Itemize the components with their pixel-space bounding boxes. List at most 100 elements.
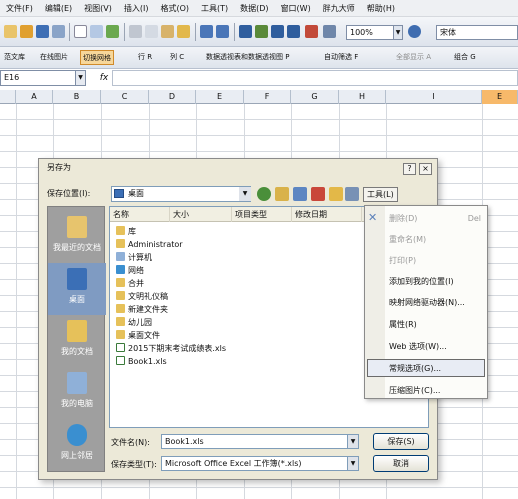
open-icon[interactable] xyxy=(20,25,33,38)
column-header[interactable]: I xyxy=(386,90,482,104)
column-type[interactable]: 项目类型 xyxy=(232,207,292,222)
column-header[interactable]: B xyxy=(53,90,101,104)
column-size[interactable]: 大小 xyxy=(170,207,232,222)
tools-button[interactable]: 工具(L) xyxy=(363,187,398,202)
chevron-down-icon[interactable]: ▼ xyxy=(239,187,251,201)
save-icon[interactable] xyxy=(36,25,49,38)
column-header[interactable]: C xyxy=(101,90,149,104)
chevron-down-icon[interactable]: ▼ xyxy=(394,25,403,40)
file-item[interactable]: 网络 xyxy=(116,265,144,277)
place-network[interactable]: 网上邻居 xyxy=(48,419,106,471)
name-box[interactable]: E16 xyxy=(0,70,76,86)
permission-icon[interactable] xyxy=(52,25,65,38)
column-header-selected[interactable]: E xyxy=(482,90,518,104)
chevron-down-icon[interactable]: ▼ xyxy=(347,456,359,471)
menu-item-general-options[interactable]: 常规选项(G)... xyxy=(389,360,485,377)
filename-input[interactable]: Book1.xls xyxy=(161,434,359,449)
menu-item-delete[interactable]: 删除(D) Del xyxy=(389,210,485,227)
format-painter-icon[interactable] xyxy=(177,25,190,38)
menu-item-web-options[interactable]: Web 选项(W)... xyxy=(389,338,485,355)
function-icon[interactable]: fx xyxy=(96,70,112,86)
copy-icon[interactable] xyxy=(145,25,158,38)
file-item[interactable]: 文明礼仪稿 xyxy=(116,291,168,303)
font-combo[interactable]: 宋体 xyxy=(436,25,518,40)
column-header[interactable]: A xyxy=(16,90,53,104)
file-item[interactable]: 桌面文件 xyxy=(116,330,160,342)
file-item[interactable]: Book1.xls xyxy=(116,356,167,368)
menu-window[interactable]: 窗口(W) xyxy=(281,3,311,14)
menu-file[interactable]: 文件(F) xyxy=(6,3,33,14)
chart-wizard-icon[interactable] xyxy=(305,25,318,38)
filetype-select[interactable]: Microsoft Office Excel 工作簿(*.xls) xyxy=(161,456,359,471)
file-item[interactable]: Administrator xyxy=(116,239,183,251)
menu-item-print[interactable]: 打印(P) xyxy=(389,252,485,269)
place-recent[interactable]: 我最近的文档 xyxy=(48,211,106,263)
help-icon[interactable] xyxy=(408,25,421,38)
redo-icon[interactable] xyxy=(216,25,229,38)
menu-help[interactable]: 帮助(H) xyxy=(367,3,395,14)
print-preview-icon[interactable] xyxy=(90,25,103,38)
undo-icon[interactable] xyxy=(200,25,213,38)
column-header[interactable]: H xyxy=(339,90,386,104)
place-my-computer[interactable]: 我的电脑 xyxy=(48,367,106,419)
chevron-down-icon[interactable]: ▼ xyxy=(347,434,359,449)
column-header[interactable]: D xyxy=(149,90,196,104)
menu-view[interactable]: 视图(V) xyxy=(84,3,112,14)
zoom-combo[interactable]: 100% xyxy=(346,25,394,40)
menu-edit[interactable]: 编辑(E) xyxy=(45,3,72,14)
delete-icon[interactable] xyxy=(311,187,325,201)
column-header[interactable]: G xyxy=(291,90,339,104)
drawing-icon[interactable] xyxy=(323,25,336,38)
toolbar-item-row[interactable]: 行 R xyxy=(136,50,154,65)
toolbar-item-pivot-table[interactable]: 数据透视表和数据透视图 P xyxy=(204,50,291,65)
chevron-down-icon[interactable]: ▼ xyxy=(76,70,86,86)
toolbar-item-column[interactable]: 列 C xyxy=(168,50,186,65)
file-item[interactable]: 新建文件夹 xyxy=(116,304,168,316)
up-folder-icon[interactable] xyxy=(275,187,289,201)
file-item[interactable]: 幼儿园 xyxy=(116,317,152,329)
menu-item-add-to-my-places[interactable]: 添加到我的位置(I) xyxy=(389,273,485,290)
toolbar-item-toggle-grid[interactable]: 切换网格 xyxy=(80,50,114,65)
menu-item-map-network-drive[interactable]: 映射网络驱动器(N)... xyxy=(389,294,485,311)
formula-input[interactable] xyxy=(112,70,518,86)
new-folder-icon[interactable] xyxy=(329,187,343,201)
toolbar-item-online-pictures[interactable]: 在线图片 xyxy=(38,50,70,65)
menu-insert[interactable]: 插入(I) xyxy=(124,3,149,14)
file-item[interactable]: 合并 xyxy=(116,278,144,290)
close-icon[interactable]: × xyxy=(419,163,432,175)
menu-tools[interactable]: 工具(T) xyxy=(201,3,228,14)
menu-item-compress-pictures[interactable]: 压缩图片(C)... xyxy=(389,382,485,399)
back-icon[interactable] xyxy=(257,187,271,201)
file-item[interactable]: 2015下期末考试成绩表.xls xyxy=(116,343,226,355)
column-modified[interactable]: 修改日期 xyxy=(292,207,362,222)
select-all-corner[interactable] xyxy=(0,90,16,104)
cancel-button[interactable]: 取消 xyxy=(373,455,429,472)
spelling-icon[interactable] xyxy=(106,25,119,38)
toolbar-item-group[interactable]: 组合 G xyxy=(452,50,478,65)
search-web-icon[interactable] xyxy=(293,187,307,201)
autosum-icon[interactable] xyxy=(255,25,268,38)
new-icon[interactable] xyxy=(4,25,17,38)
menu-pangjiu[interactable]: 胖九大师 xyxy=(323,3,355,14)
column-header[interactable]: F xyxy=(244,90,291,104)
save-button[interactable]: 保存(S) xyxy=(373,433,429,450)
print-icon[interactable] xyxy=(74,25,87,38)
paste-icon[interactable] xyxy=(161,25,174,38)
toolbar-item-template[interactable]: 范文库 xyxy=(2,50,27,65)
help-icon[interactable]: ? xyxy=(403,163,416,175)
file-item[interactable]: 库 xyxy=(116,226,136,238)
sort-ascending-icon[interactable] xyxy=(271,25,284,38)
hyperlink-icon[interactable] xyxy=(239,25,252,38)
toolbar-item-show-all[interactable]: 全部显示 A xyxy=(394,50,433,65)
menu-data[interactable]: 数据(D) xyxy=(240,3,268,14)
sort-descending-icon[interactable] xyxy=(287,25,300,38)
column-name[interactable]: 名称 xyxy=(110,207,170,222)
menu-format[interactable]: 格式(O) xyxy=(160,3,189,14)
toolbar-item-autofilter[interactable]: 自动筛选 F xyxy=(322,50,360,65)
save-in-combo[interactable]: 桌面 xyxy=(111,186,251,202)
views-icon[interactable] xyxy=(345,187,359,201)
cut-icon[interactable] xyxy=(129,25,142,38)
menu-item-rename[interactable]: 重命名(M) xyxy=(389,231,485,248)
file-item[interactable]: 计算机 xyxy=(116,252,152,264)
column-header[interactable]: E xyxy=(196,90,244,104)
